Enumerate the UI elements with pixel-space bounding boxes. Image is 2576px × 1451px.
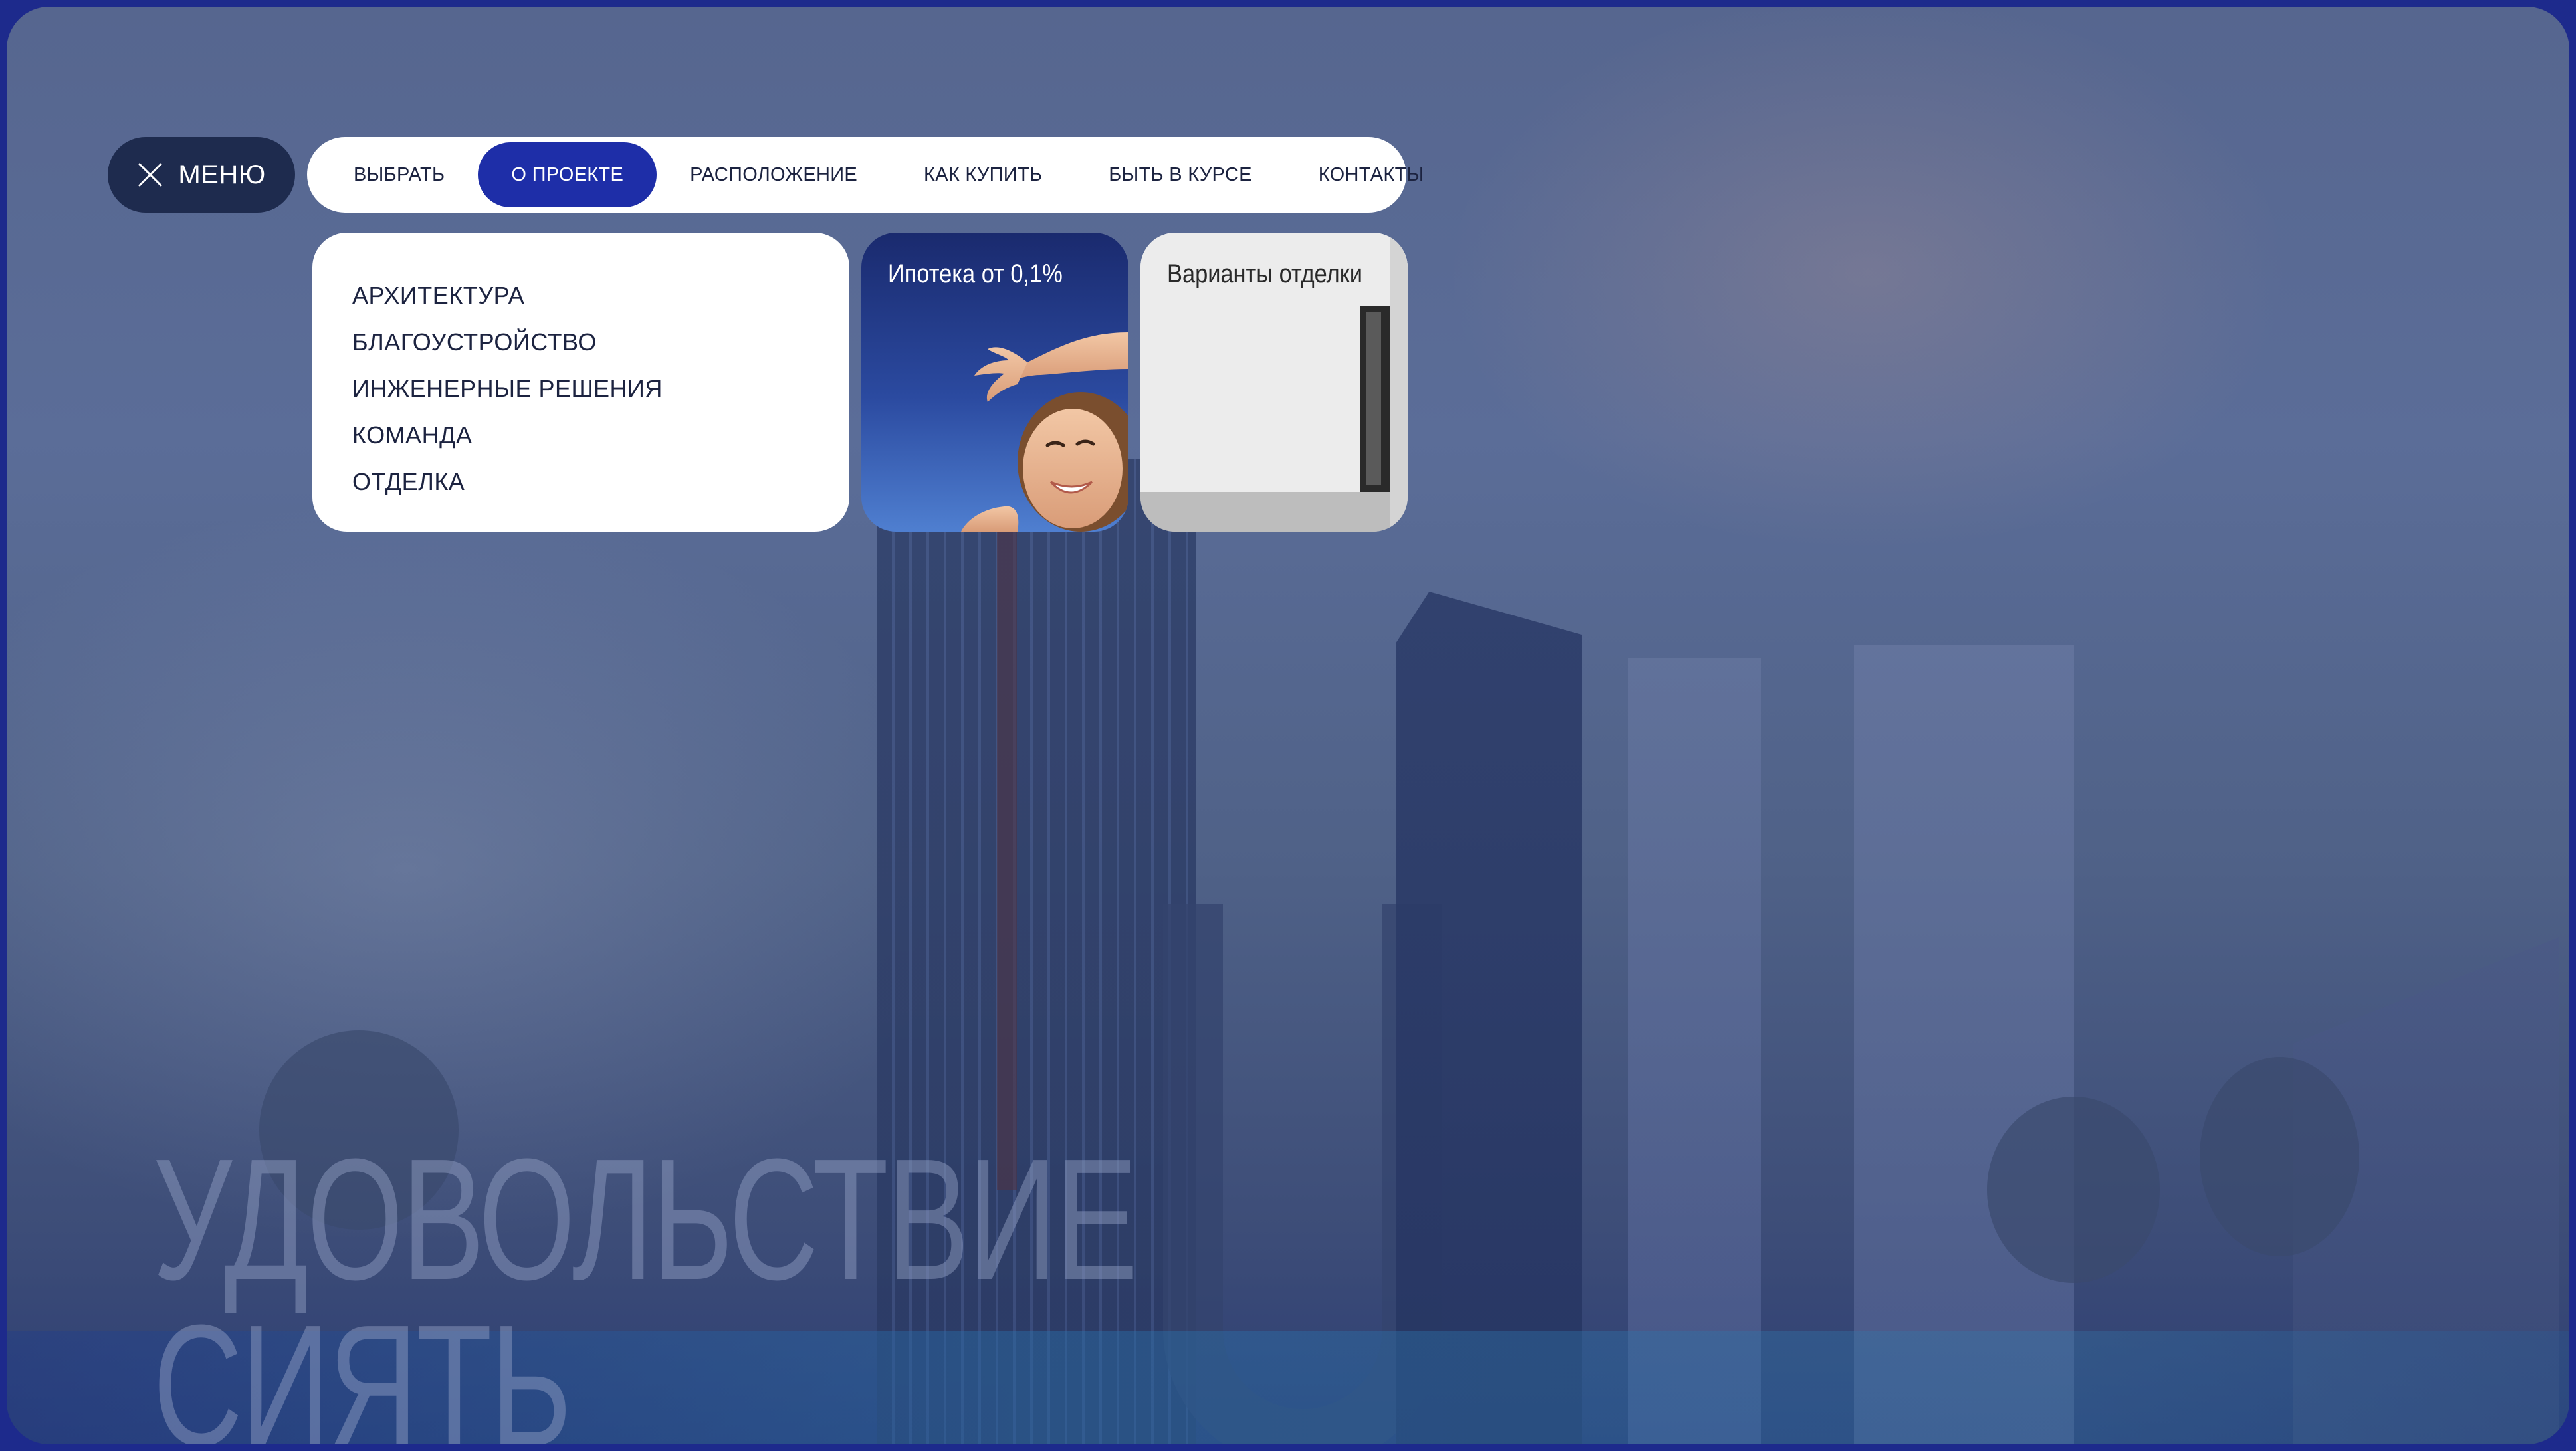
mortgage-promo-card[interactable]: Ипотека от 0,1% xyxy=(861,233,1128,532)
menu-button-label: МЕНЮ xyxy=(178,160,266,189)
background-tree xyxy=(2200,1057,2359,1256)
hero-title-line: СИЯТЬ xyxy=(153,1289,572,1444)
app-frame: УДОВОЛЬСТВИЕ СИЯТЬ МЕНЮ ВЫБРАТЬ О ПРОЕКТ… xyxy=(0,0,2576,1451)
nav-item-contacts[interactable]: КОНТАКТЫ xyxy=(1285,142,1457,207)
nav-item-choose[interactable]: ВЫБРАТЬ xyxy=(320,142,478,207)
about-submenu: АРХИТЕКТУРА БЛАГОУСТРОЙСТВО ИНЖЕНЕРНЫЕ Р… xyxy=(312,233,849,532)
main-nav: ВЫБРАТЬ О ПРОЕКТЕ РАСПОЛОЖЕНИЕ КАК КУПИТ… xyxy=(307,137,1424,213)
background-tower-stripe xyxy=(997,525,1017,1190)
hero-title-line: УДОВОЛЬСТВИЕ xyxy=(153,1123,1138,1316)
menu-close-button[interactable]: МЕНЮ xyxy=(108,137,295,213)
finishing-promo-card[interactable]: Варианты отделки xyxy=(1140,233,1408,532)
background-tree xyxy=(1987,1097,2160,1283)
finishing-promo-title: Варианты отделки xyxy=(1167,259,1362,288)
submenu-item-landscaping[interactable]: БЛАГОУСТРОЙСТВО xyxy=(352,319,849,366)
background-tower xyxy=(1396,592,1582,1444)
mortgage-promo-title: Ипотека от 0,1% xyxy=(888,259,1063,288)
background-tower xyxy=(1628,658,1761,1444)
nav-item-news[interactable]: БЫТЬ В КУРСЕ xyxy=(1075,142,1285,207)
nav-item-how-to-buy[interactable]: КАК КУПИТЬ xyxy=(891,142,1075,207)
submenu-item-engineering[interactable]: ИНЖЕНЕРНЫЕ РЕШЕНИЯ xyxy=(352,366,849,412)
hero-title: УДОВОЛЬСТВИЕ СИЯТЬ xyxy=(153,1123,1138,1444)
submenu-item-team[interactable]: КОМАНДА xyxy=(352,412,849,459)
page-window: УДОВОЛЬСТВИЕ СИЯТЬ МЕНЮ ВЫБРАТЬ О ПРОЕКТ… xyxy=(7,7,2569,1444)
background-tower xyxy=(1854,645,2074,1444)
nav-item-location[interactable]: РАСПОЛОЖЕНИЕ xyxy=(657,142,891,207)
submenu-item-architecture[interactable]: АРХИТЕКТУРА xyxy=(352,273,849,319)
nav-item-about[interactable]: О ПРОЕКТЕ xyxy=(478,142,657,207)
close-icon xyxy=(138,163,162,187)
submenu-item-finishing[interactable]: ОТДЕЛКА xyxy=(352,459,849,505)
